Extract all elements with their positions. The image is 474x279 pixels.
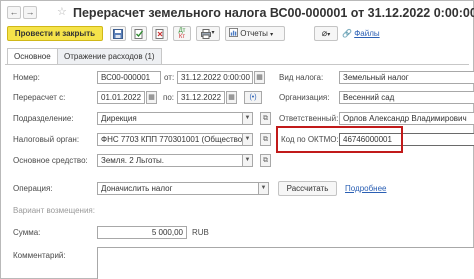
forward-button[interactable]: →	[23, 6, 37, 19]
tax-type-label: Вид налога:	[279, 73, 324, 82]
tab-expense-posting[interactable]: Отражение расходов (1)	[57, 48, 162, 64]
number-label: Номер:	[13, 73, 40, 82]
recalc-to-calendar-button[interactable]: ▦	[226, 91, 237, 104]
recalc-to-label: по:	[163, 93, 175, 102]
number-field[interactable]: ВС00-000001	[97, 71, 161, 84]
reports-icon	[229, 28, 238, 37]
post-button[interactable]	[131, 26, 147, 41]
currency-label: RUB	[192, 228, 209, 237]
recalc-from-calendar-button[interactable]: ▦	[146, 91, 157, 104]
details-link[interactable]: Подробнее	[345, 183, 387, 195]
open-icon: ⧉	[263, 157, 268, 164]
division-open-button[interactable]: ⧉	[260, 112, 271, 125]
arrow-right-icon: →	[25, 7, 35, 17]
unpost-button[interactable]	[152, 26, 168, 41]
recalc-from-label: Перерасчет с:	[13, 93, 66, 102]
chevron-down-icon: ▾	[211, 30, 215, 36]
open-icon: ⧉	[263, 115, 268, 122]
amount-field[interactable]: 5 000,00	[97, 226, 187, 239]
print-icon	[201, 29, 212, 39]
tab-main[interactable]: Основное	[7, 48, 58, 65]
division-field[interactable]: Дирекция	[97, 112, 243, 125]
division-dropdown-button[interactable]: ▼	[243, 112, 253, 125]
refund-option-label: Вариант возмещения:	[13, 206, 95, 215]
star-icon[interactable]: ☆	[57, 6, 67, 18]
dt-kt-button[interactable]: Дт Кт	[173, 26, 191, 41]
tax-authority-dropdown-button[interactable]: ▼	[243, 133, 253, 146]
organization-field[interactable]: Весенний сад	[339, 91, 474, 104]
calendar-icon: ▦	[228, 94, 235, 101]
save-button[interactable]	[110, 26, 126, 41]
paperclip-icon: 🔗	[342, 29, 352, 38]
calculate-button[interactable]: Рассчитать	[278, 181, 337, 196]
tax-authority-open-button[interactable]: ⧉	[260, 133, 271, 146]
calendar-icon: ▦	[256, 74, 263, 81]
operation-label: Операция:	[13, 184, 53, 193]
chevron-down-icon: ▾	[327, 32, 331, 38]
arrow-left-icon: ←	[9, 7, 19, 17]
chevron-down-icon: ▼	[244, 136, 251, 142]
chevron-down-icon: ▾	[270, 32, 274, 38]
operation-dropdown-button[interactable]: ▼	[259, 182, 269, 195]
refund-option-field	[97, 204, 103, 217]
files-link[interactable]: 🔗 Файлы	[342, 28, 380, 40]
reports-menu-button[interactable]: Отчеты ▾	[225, 26, 285, 41]
comment-field[interactable]	[97, 247, 474, 279]
recalc-from-field[interactable]: 01.01.2022	[97, 91, 145, 104]
responsible-label: Ответственный:	[279, 114, 339, 123]
print-menu-button[interactable]: ▾	[196, 26, 220, 41]
recalc-to-field[interactable]: 31.12.2022	[177, 91, 225, 104]
open-icon: ⧉	[263, 136, 268, 143]
post-and-close-button[interactable]: Провести и закрыть	[7, 26, 103, 41]
fixed-asset-field[interactable]: Земля. 2 Льготы.	[97, 154, 243, 167]
attach-menu-button[interactable]: ⌀▾	[314, 26, 338, 41]
period-select-button[interactable]: (•)	[244, 91, 262, 104]
chevron-down-icon: ▼	[244, 157, 251, 163]
reports-label: Отчеты	[240, 29, 268, 38]
back-button[interactable]: ←	[7, 6, 21, 19]
chevron-down-icon: ▼	[244, 115, 251, 121]
fixed-asset-dropdown-button[interactable]: ▼	[243, 154, 253, 167]
date-from-label: от:	[164, 73, 175, 82]
comment-label: Комментарий:	[13, 251, 66, 260]
division-label: Подразделение:	[13, 114, 74, 123]
tax-authority-field[interactable]: ФНС 7703 КПП 770301001 (Общество с	[97, 133, 243, 146]
date-calendar-button[interactable]: ▦	[254, 71, 265, 84]
tab-divider	[5, 64, 469, 65]
tax-authority-label: Налоговый орган:	[13, 135, 80, 144]
calendar-period-icon: (•)	[249, 94, 257, 101]
calendar-icon: ▦	[148, 94, 155, 101]
files-link-label: Файлы	[354, 29, 380, 38]
date-field[interactable]: 31.12.2022 0:00:00	[177, 71, 253, 84]
amount-label: Сумма:	[13, 228, 41, 237]
dt-kt-icon: Дт Кт	[178, 28, 186, 40]
responsible-field[interactable]: Орлов Александр Владимирович	[339, 112, 474, 125]
document-window: ← → ☆ Перерасчет земельного налога ВС00-…	[0, 0, 474, 279]
post-document-icon	[134, 29, 144, 39]
fixed-asset-label: Основное средство:	[13, 156, 88, 165]
organization-label: Организация:	[279, 93, 330, 102]
fixed-asset-open-button[interactable]: ⧉	[260, 154, 271, 167]
page-title: Перерасчет земельного налога ВС00-000001…	[73, 6, 474, 20]
oktmo-highlight-frame	[276, 126, 403, 153]
save-icon	[113, 29, 123, 39]
tax-type-field[interactable]: Земельный налог	[339, 71, 474, 84]
operation-field[interactable]: Доначислить налог	[97, 182, 259, 195]
chevron-down-icon: ▼	[260, 185, 267, 191]
unpost-document-icon	[155, 29, 164, 39]
